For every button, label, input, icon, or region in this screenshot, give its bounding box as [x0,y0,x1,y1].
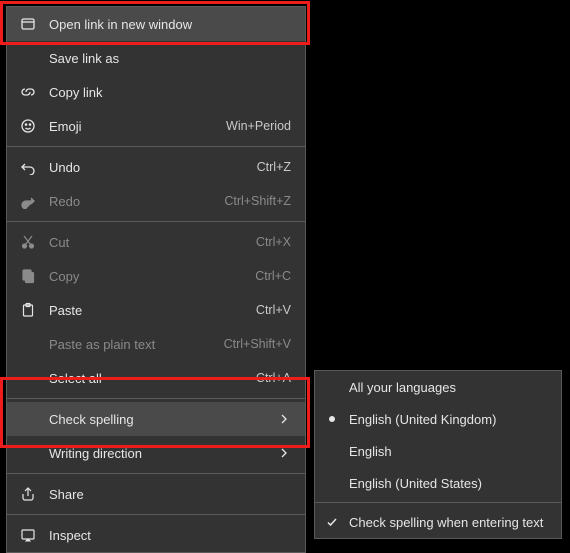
share-icon [19,485,37,503]
menu-item-copy: Copy Ctrl+C [7,259,305,293]
submenu-item-label: English [349,444,547,459]
menu-item-select-all[interactable]: Select all Ctrl+A [7,361,305,395]
menu-item-label: Cut [49,235,248,250]
blank-icon [19,410,37,428]
menu-item-paste[interactable]: Paste Ctrl+V [7,293,305,327]
menu-item-label: Emoji [49,119,218,134]
menu-item-writing-direction[interactable]: Writing direction [7,436,305,470]
menu-item-shortcut: Ctrl+Shift+V [224,337,291,351]
menu-item-open-link-new-window[interactable]: Open link in new window [7,7,305,41]
chevron-right-icon [277,412,291,426]
submenu-item-en[interactable]: English [315,435,561,467]
blank-icon [19,444,37,462]
menu-item-shortcut: Win+Period [226,119,291,133]
menu-item-shortcut: Ctrl+X [256,235,291,249]
menu-separator [7,398,305,399]
menu-item-copy-link[interactable]: Copy link [7,75,305,109]
bullet-icon [325,410,339,428]
menu-item-shortcut: Ctrl+A [256,371,291,385]
blank-icon [325,442,339,460]
menu-separator [7,221,305,222]
submenu-item-all-languages[interactable]: All your languages [315,371,561,403]
submenu-item-en-uk[interactable]: English (United Kingdom) [315,403,561,435]
redo-icon [19,192,37,210]
menu-item-check-spelling[interactable]: Check spelling [7,402,305,436]
blank-icon [325,378,339,396]
menu-item-undo[interactable]: Undo Ctrl+Z [7,150,305,184]
menu-item-label: Open link in new window [49,17,291,32]
inspect-icon [19,526,37,544]
cut-icon [19,233,37,251]
blank-icon [19,335,37,353]
blank-icon [325,474,339,492]
menu-separator [315,502,561,503]
menu-item-paste-plain: Paste as plain text Ctrl+Shift+V [7,327,305,361]
check-spelling-submenu: All your languages English (United Kingd… [314,370,562,539]
menu-item-label: Writing direction [49,446,269,461]
menu-item-save-link-as[interactable]: Save link as [7,41,305,75]
menu-item-share[interactable]: Share [7,477,305,511]
menu-item-label: Check spelling [49,412,269,427]
menu-item-label: Save link as [49,51,291,66]
menu-item-shortcut: Ctrl+Z [257,160,291,174]
menu-item-label: Paste as plain text [49,337,216,352]
menu-item-shortcut: Ctrl+C [255,269,291,283]
menu-item-cut: Cut Ctrl+X [7,225,305,259]
submenu-item-en-us[interactable]: English (United States) [315,467,561,499]
blank-icon [19,369,37,387]
blank-icon [19,49,37,67]
check-icon [325,513,339,531]
new-window-icon [19,15,37,33]
copy-icon [19,267,37,285]
menu-item-label: Inspect [49,528,291,543]
submenu-item-label: All your languages [349,380,547,395]
menu-item-label: Select all [49,371,248,386]
submenu-item-label: English (United Kingdom) [349,412,547,427]
menu-separator [7,146,305,147]
submenu-item-check-when-typing[interactable]: Check spelling when entering text [315,506,561,538]
menu-item-label: Paste [49,303,248,318]
undo-icon [19,158,37,176]
menu-item-label: Copy link [49,85,291,100]
menu-item-emoji[interactable]: Emoji Win+Period [7,109,305,143]
menu-item-redo: Redo Ctrl+Shift+Z [7,184,305,218]
link-icon [19,83,37,101]
menu-separator [7,514,305,515]
menu-item-label: Share [49,487,291,502]
menu-item-label: Copy [49,269,247,284]
paste-icon [19,301,37,319]
menu-item-label: Redo [49,194,216,209]
submenu-item-label: English (United States) [349,476,547,491]
menu-separator [7,473,305,474]
emoji-icon [19,117,37,135]
menu-item-shortcut: Ctrl+V [256,303,291,317]
menu-item-shortcut: Ctrl+Shift+Z [224,194,291,208]
submenu-item-label: Check spelling when entering text [349,515,547,530]
context-menu: Open link in new window Save link as Cop… [6,6,306,553]
menu-item-label: Undo [49,160,249,175]
menu-item-inspect[interactable]: Inspect [7,518,305,552]
chevron-right-icon [277,446,291,460]
